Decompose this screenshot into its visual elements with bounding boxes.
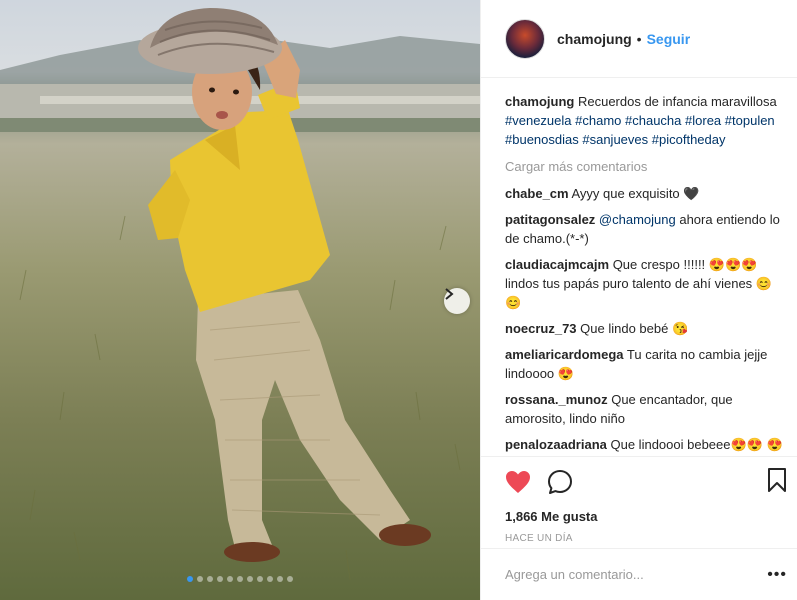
comment-username[interactable]: penalozaadriana [505,437,607,452]
carousel-dot [277,576,283,582]
add-comment-bar: ••• [481,548,797,600]
carousel-dot [247,576,253,582]
action-icons [505,467,797,497]
carousel-indicator [0,576,480,582]
comment: patitagonsalez @chamojung ahora entiendo… [505,210,797,248]
comments-list[interactable]: chamojung Recuerdos de infancia maravill… [481,78,797,456]
hashtag-link[interactable]: #lorea [685,113,721,128]
hashtag-link[interactable]: #chaucha [625,113,681,128]
comment-username[interactable]: claudiacajmcajm [505,257,609,272]
carousel-dot [217,576,223,582]
comment: chabe_cm Ayyy que exquisito 🖤 [505,184,797,203]
comment-username[interactable]: noecruz_73 [505,321,577,336]
comment-username[interactable]: patitagonsalez [505,212,595,227]
load-more-comments-link[interactable]: Cargar más comentarios [505,157,797,176]
likes-count[interactable]: 1,866 Me gusta [505,509,797,524]
post-header: chamojung • Seguir [481,0,797,78]
carousel-dot [287,576,293,582]
hashtag-link[interactable]: #chamo [575,113,621,128]
comment: rossana._munoz Que encantador, que amoro… [505,390,797,428]
caption-text: Recuerdos de infancia maravillosa [577,94,777,109]
carousel-dot [207,576,213,582]
comment-username[interactable]: chabe_cm [505,186,569,201]
comment: claudiacajmcajm Que crespo !!!!!! 😍😍😍 li… [505,255,797,312]
more-icon[interactable]: ••• [767,566,787,584]
comment-username[interactable]: rossana._munoz [505,392,608,407]
comment-text: Que lindo bebé 😘 [580,321,689,336]
carousel-dot [237,576,243,582]
carousel-dot [267,576,273,582]
carousel-dot [257,576,263,582]
hashtag-link[interactable]: #venezuela [505,113,572,128]
header-username[interactable]: chamojung [557,31,632,47]
comment: noecruz_73 Que lindo bebé 😘 [505,319,797,338]
post-timestamp: HACE UN DÍA [505,533,573,544]
hashtag-link[interactable]: #picoftheday [652,132,726,147]
follow-button[interactable]: Seguir [647,31,691,47]
caption: chamojung Recuerdos de infancia maravill… [505,92,797,149]
hashtag-link[interactable]: #sanjueves [582,132,648,147]
mention-link[interactable]: @chamojung [599,212,676,227]
header-separator: • [636,30,642,47]
comment: ameliaricardomega Tu carita no cambia je… [505,345,797,383]
caption-username[interactable]: chamojung [505,94,574,109]
post-panel: chamojung • Seguir chamojung Recuerdos d… [480,0,797,600]
next-photo-button[interactable] [444,288,470,314]
bookmark-icon[interactable] [767,467,787,496]
post-actions: 1,866 Me gusta HACE UN DÍA [481,456,797,544]
carousel-dot [187,576,193,582]
avatar[interactable] [505,18,545,59]
instagram-post: chamojung • Seguir chamojung Recuerdos d… [0,0,797,600]
comment-icon[interactable] [547,469,573,495]
comment: penalozaadriana Que lindoooi bebeee😍😍 😍😍… [505,435,797,456]
comment-username[interactable]: ameliaricardomega [505,347,624,362]
photo-illustration [0,8,480,581]
comment-input[interactable] [505,567,768,582]
carousel-dot [227,576,233,582]
heart-icon[interactable] [505,470,531,494]
carousel-dot [197,576,203,582]
hashtag-link[interactable]: #topulen [725,113,775,128]
post-photo[interactable] [0,0,480,600]
comment-text: Ayyy que exquisito 🖤 [571,186,700,201]
hashtag-link[interactable]: #buenosdias [505,132,579,147]
